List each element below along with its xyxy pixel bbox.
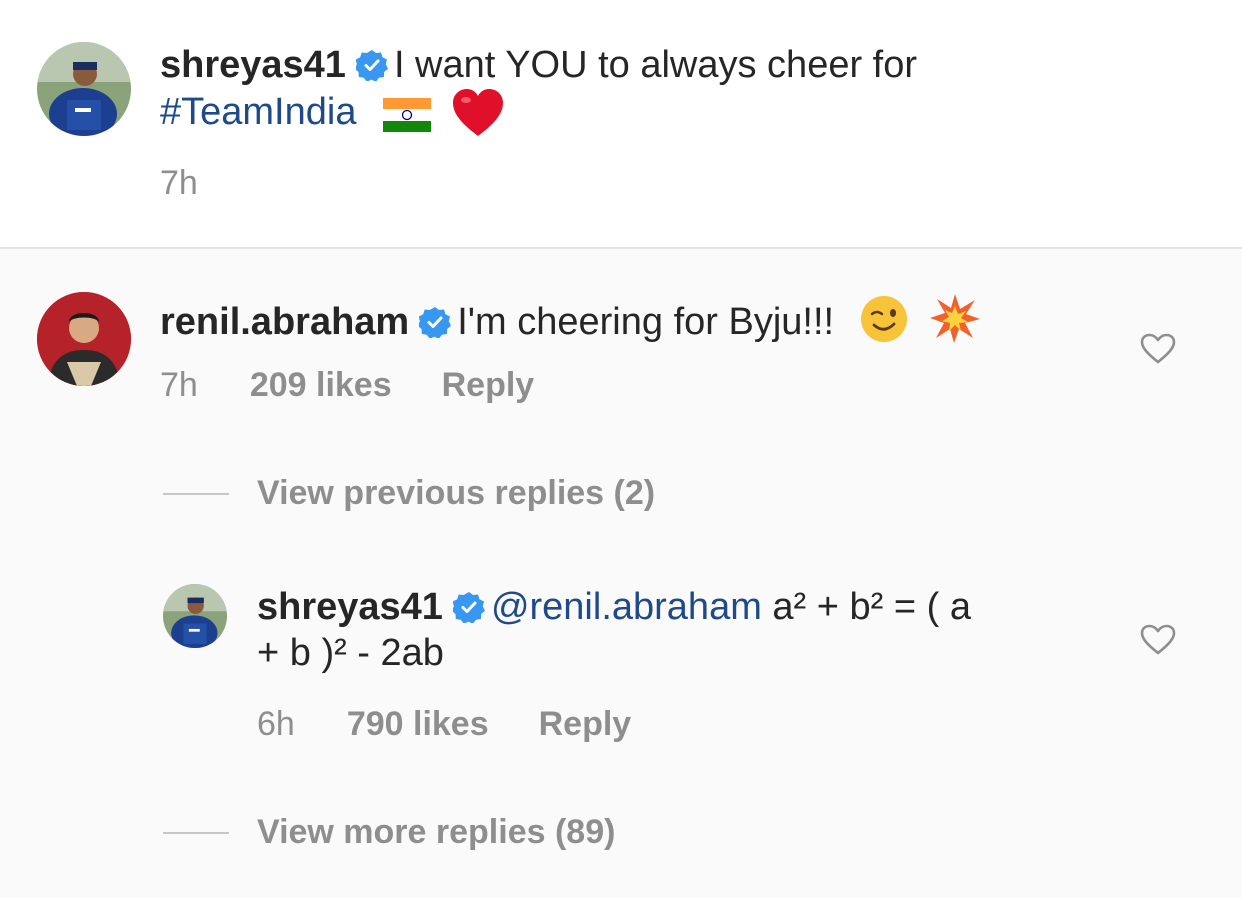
verified-badge-icon xyxy=(452,591,485,623)
avatar[interactable] xyxy=(163,584,227,648)
caption-text: shreyas41 I want YOU to always cheer for … xyxy=(160,42,1160,138)
reply-text: shreyas41 @renil.abraham a² + b² = ( a + … xyxy=(257,584,1117,676)
view-more-label: View more replies (89) xyxy=(257,813,616,851)
divider xyxy=(0,247,1242,249)
comment-meta: 7h 209 likes Reply xyxy=(160,366,534,405)
verified-badge-icon xyxy=(355,49,388,81)
thread-line xyxy=(163,831,229,834)
view-more-replies[interactable]: View more replies (89) xyxy=(163,813,615,852)
reply-body-line2: + b )² - 2ab xyxy=(257,632,444,674)
heart-outline-icon[interactable] xyxy=(1140,624,1176,656)
comment-timestamp: 7h xyxy=(160,366,198,404)
caption-username[interactable]: shreyas41 xyxy=(160,44,346,86)
comment-username[interactable]: renil.abraham xyxy=(160,301,409,343)
avatar[interactable] xyxy=(37,292,131,386)
caption-timestamp: 7h xyxy=(160,164,198,202)
reply-button[interactable]: Reply xyxy=(442,366,535,405)
view-previous-label: View previous replies (2) xyxy=(257,474,656,512)
mention-link[interactable]: @renil.abraham xyxy=(491,586,762,628)
reply-username[interactable]: shreyas41 xyxy=(257,586,443,628)
hashtag-link[interactable]: #TeamIndia xyxy=(160,91,356,133)
red-heart-emoji xyxy=(452,88,504,138)
comment-likes[interactable]: 209 likes xyxy=(250,366,392,405)
heart-outline-icon[interactable] xyxy=(1140,333,1176,365)
reply-body-line1: a² + b² = ( a xyxy=(772,586,971,628)
india-flag-emoji xyxy=(383,98,432,132)
reply-button[interactable]: Reply xyxy=(539,705,632,744)
comment-text: renil.abraham I'm cheering for Byju!!! xyxy=(160,292,1120,345)
caption-section: shreyas41 I want YOU to always cheer for … xyxy=(0,0,1242,247)
collision-emoji xyxy=(929,292,981,344)
view-previous-replies[interactable]: View previous replies (2) xyxy=(163,474,655,513)
avatar[interactable] xyxy=(37,42,131,136)
verified-badge-icon xyxy=(419,306,452,338)
reply-likes[interactable]: 790 likes xyxy=(347,705,489,744)
thread-line xyxy=(163,492,229,495)
winking-face-emoji xyxy=(859,294,909,344)
comment-body: I'm cheering for Byju!!! xyxy=(457,301,835,343)
caption-meta: 7h xyxy=(160,164,250,203)
reply-meta: 6h 790 likes Reply xyxy=(257,705,631,744)
reply-timestamp: 6h xyxy=(257,705,295,743)
caption-body: I want YOU to always cheer for xyxy=(393,44,918,86)
